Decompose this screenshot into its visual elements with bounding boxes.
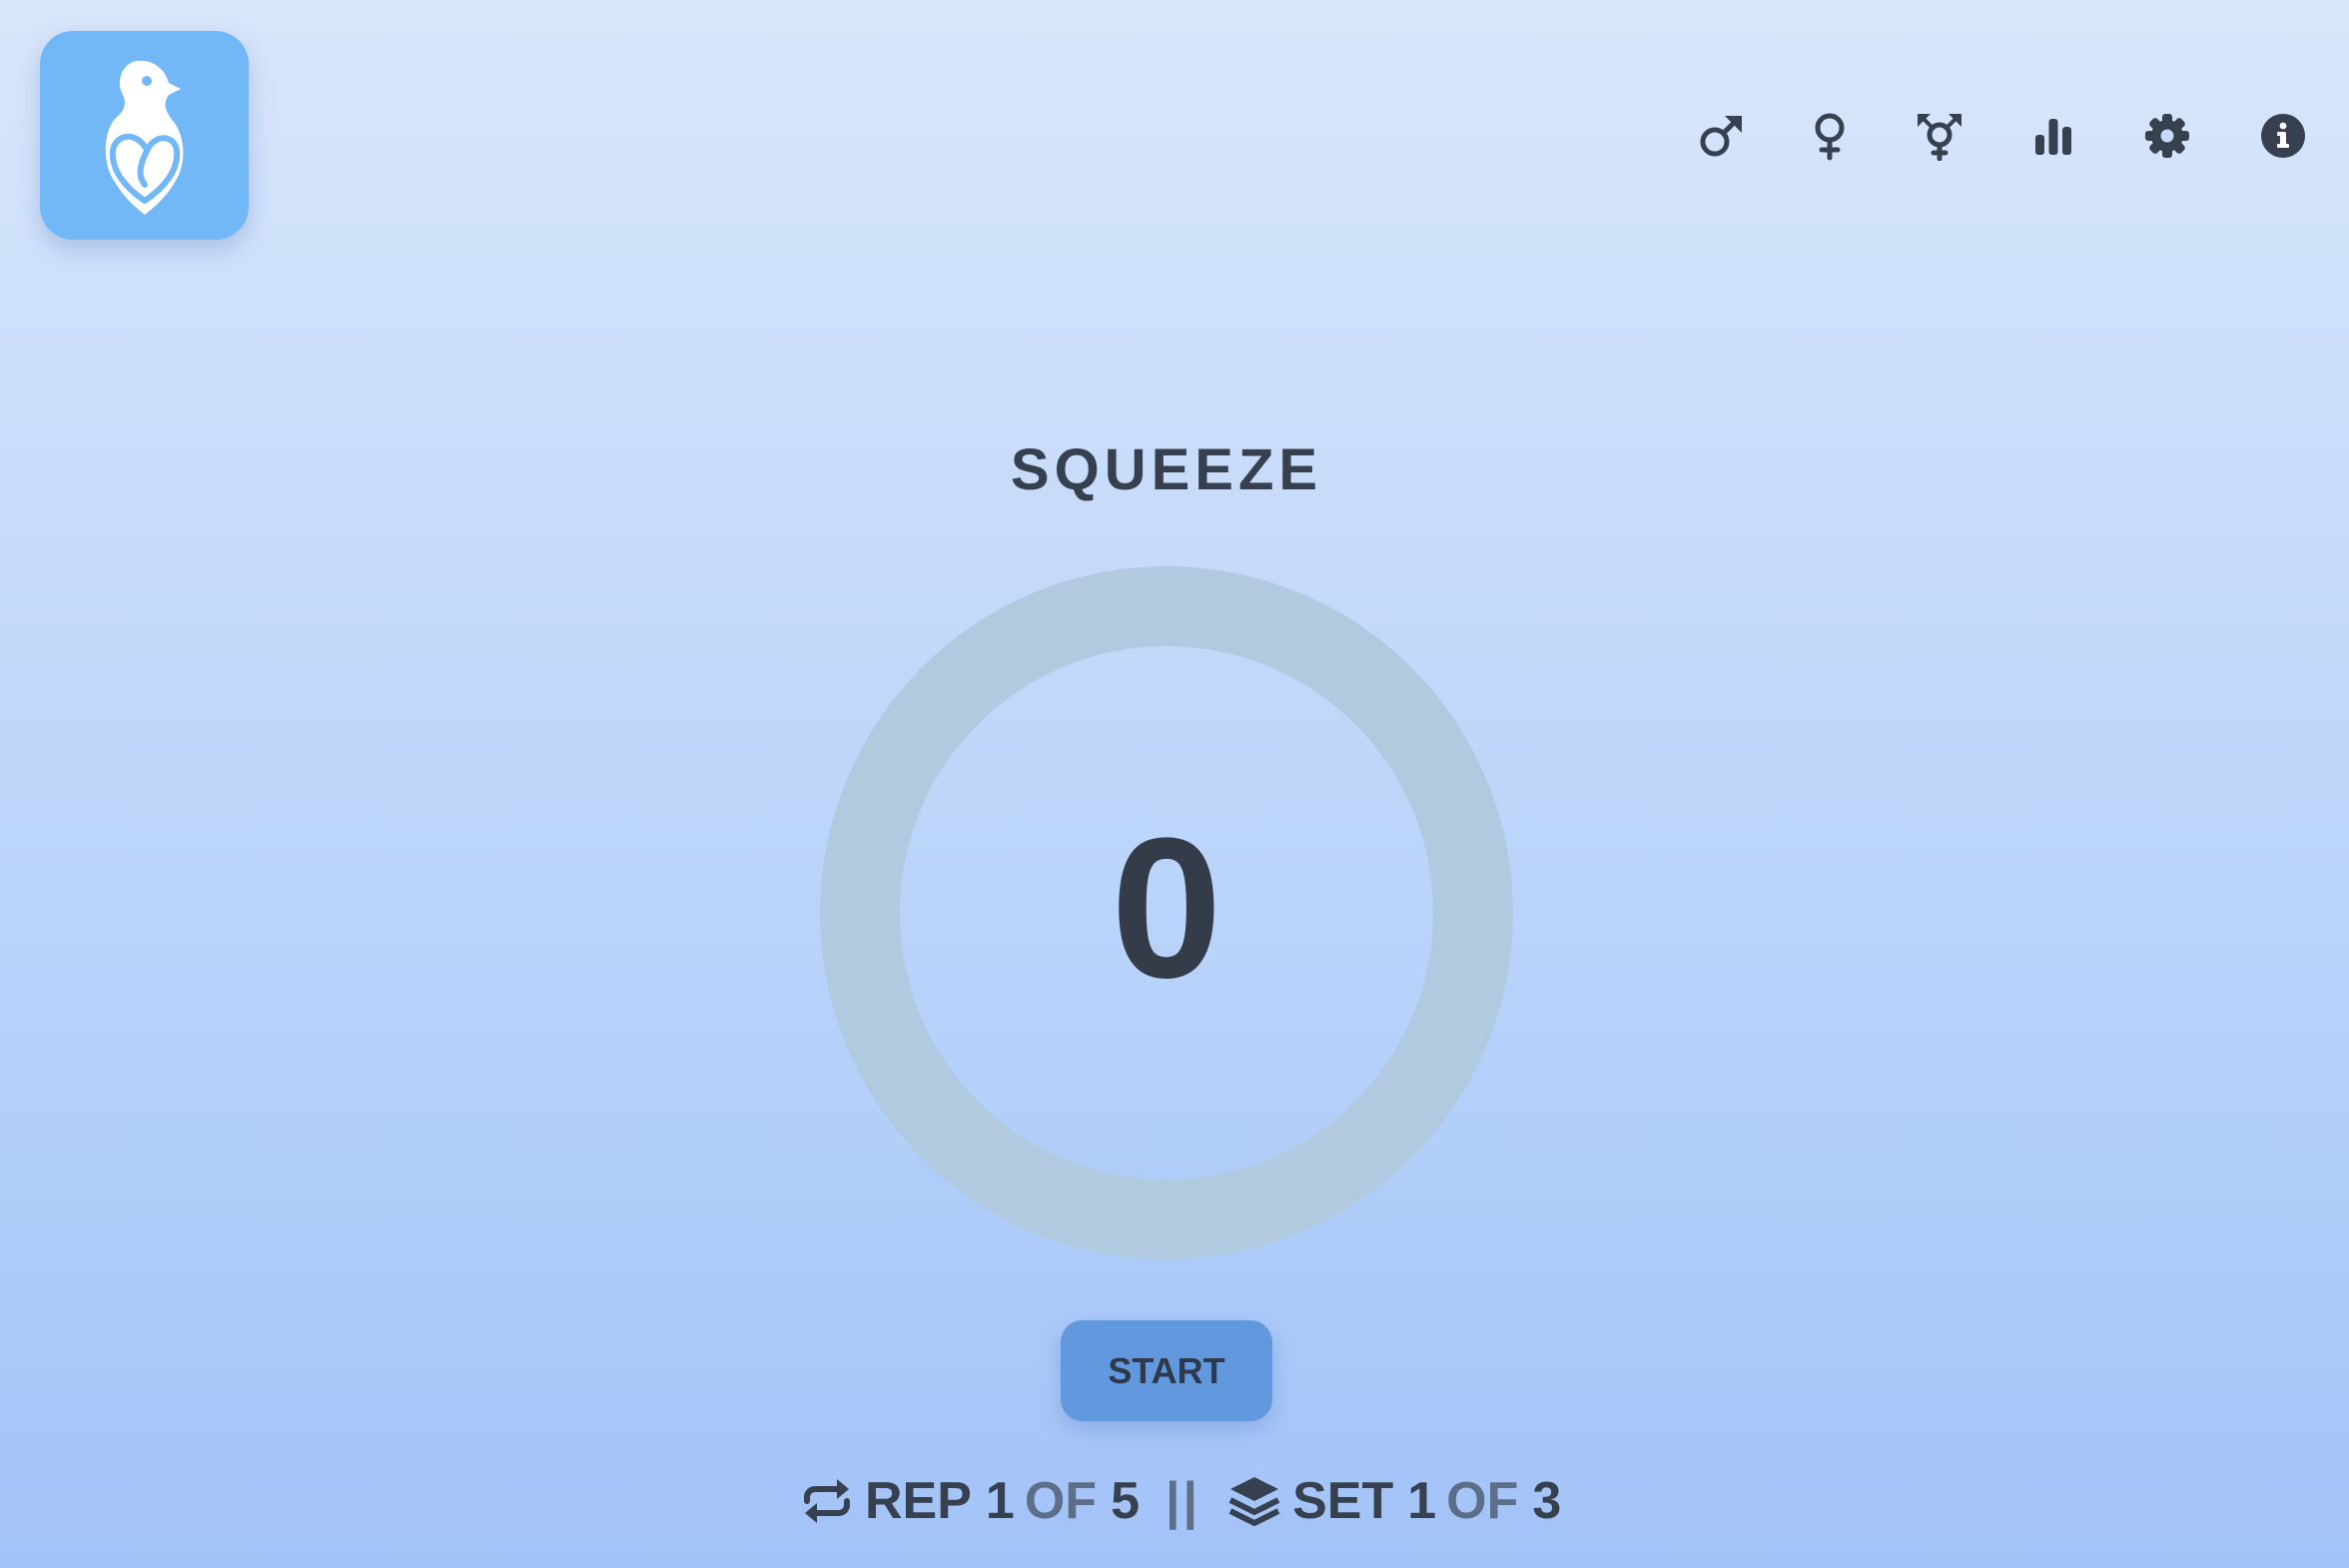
male-button[interactable]: [1690, 104, 1754, 168]
info-icon: [2261, 114, 2305, 158]
settings-button[interactable]: [2135, 104, 2199, 168]
set-current: 1: [1407, 1472, 1437, 1530]
rep-set-progress: REP 1 OF 5 || SET 1 OF 3: [799, 1466, 1561, 1536]
info-button[interactable]: [2251, 104, 2315, 168]
repeat-icon: [799, 1473, 855, 1529]
set-label: SET: [1292, 1472, 1394, 1530]
progress-divider: ||: [1165, 1472, 1201, 1530]
stats-chart-icon: [2035, 119, 2071, 155]
male-icon: [1700, 116, 1742, 157]
female-button[interactable]: [1798, 104, 1862, 168]
counter-value: 0: [1111, 797, 1222, 1020]
gear-icon: [2145, 114, 2189, 158]
top-nav: [0, 104, 2349, 168]
rep-of: OF: [1024, 1472, 1098, 1530]
start-button[interactable]: START: [1061, 1320, 1272, 1421]
rep-current: 1: [985, 1472, 1015, 1530]
rep-total: 5: [1111, 1472, 1140, 1530]
phase-label: SQUEEZE: [1010, 437, 1323, 502]
female-icon: [1815, 113, 1845, 161]
set-of: OF: [1446, 1472, 1519, 1530]
rep-label: REP: [865, 1472, 972, 1530]
set-total: 3: [1532, 1472, 1562, 1530]
transgender-icon: [1918, 114, 1961, 161]
stats-button[interactable]: [2021, 104, 2085, 168]
transgender-button[interactable]: [1908, 104, 1971, 168]
layers-icon: [1226, 1473, 1282, 1529]
